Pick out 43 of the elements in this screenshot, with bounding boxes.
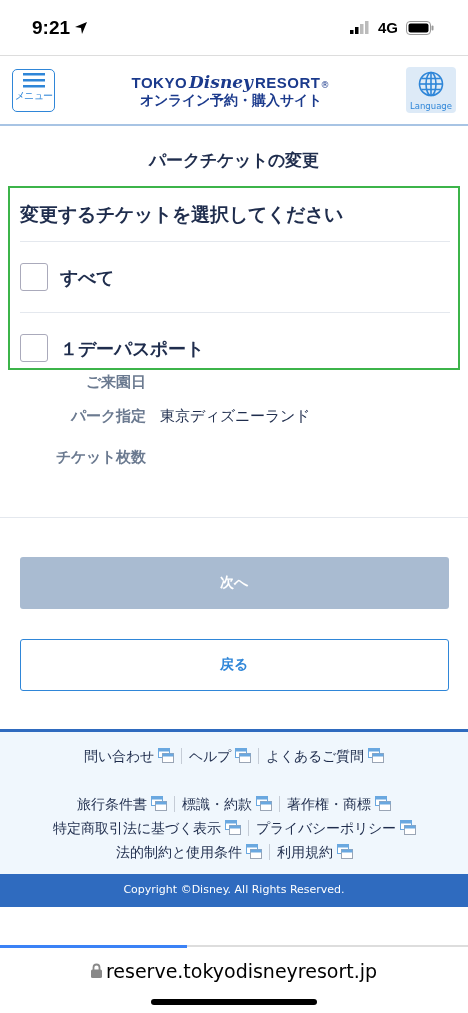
lock-icon [90, 963, 102, 979]
detail-label: チケット枚数 [55, 446, 146, 468]
footer-link[interactable]: 問い合わせ [84, 743, 154, 768]
signal-icon [350, 21, 370, 34]
network-label: 4G [378, 19, 398, 36]
new-window-icon [224, 820, 241, 835]
page-title: パークチケットの変更 [147, 149, 320, 172]
new-window-icon [245, 844, 262, 859]
footer-link[interactable]: よくあるご質問 [266, 743, 364, 768]
footer-link[interactable]: 法的制約と使用条件 [115, 839, 242, 864]
url-text[interactable]: reserve.tokyodisneyresort.jp [105, 956, 378, 985]
option-label[interactable]: １デーパスポート [60, 334, 204, 362]
new-window-icon [368, 748, 384, 763]
footer-link[interactable]: 旅行条件書 [77, 791, 147, 816]
detail-value: 東京ディズニーランド [160, 405, 310, 427]
footer-link[interactable]: 特定商取引法に基づく表示 [52, 815, 221, 840]
new-window-icon [375, 796, 391, 811]
section-heading: 変更するチケットを選択してください [20, 187, 450, 242]
globe-icon [418, 71, 444, 97]
menu-icon [22, 71, 45, 88]
option-label[interactable]: すべて [60, 263, 114, 291]
detail-label: ご来園日 [85, 372, 146, 394]
site-logo[interactable]: TOKYODisneyRESORT® オンライン予約・購入サイト [55, 72, 406, 108]
footer-link[interactable]: ヘルプ [189, 743, 231, 768]
detail-label: パーク指定 [69, 405, 146, 427]
back-button[interactable]: 戻る [19, 638, 449, 691]
new-window-icon [399, 820, 416, 835]
footer-link[interactable]: プライバシーポリシー [255, 815, 396, 840]
copyright-text: Copyright ©Disney. All Rights Reserved. [123, 881, 345, 898]
footer-link[interactable]: 著作権・商標 [287, 791, 371, 816]
new-window-icon [235, 748, 251, 763]
checkbox[interactable] [20, 334, 48, 362]
footer-link[interactable]: 標識・約款 [182, 791, 252, 816]
new-window-icon [256, 796, 272, 811]
menu-button[interactable]: メニュー [12, 68, 55, 112]
new-window-icon [336, 844, 353, 859]
new-window-icon [158, 748, 174, 763]
footer-link[interactable]: 利用規約 [276, 839, 333, 864]
battery-icon [406, 20, 434, 35]
clock-time: 9:21 [32, 16, 71, 39]
location-icon [74, 20, 89, 35]
new-window-icon [151, 796, 167, 811]
checkbox[interactable] [20, 263, 48, 291]
